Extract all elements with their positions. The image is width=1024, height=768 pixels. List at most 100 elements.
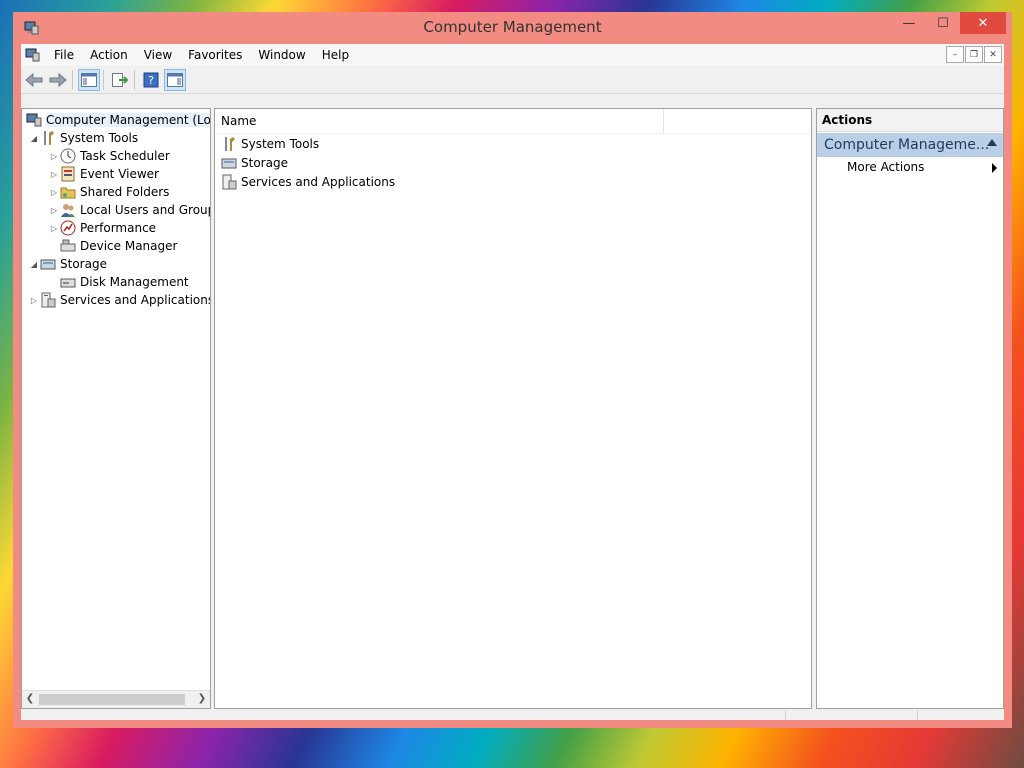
scroll-right-icon[interactable]: ❯ xyxy=(195,692,209,706)
tree-item-disk-management[interactable]: Disk Management xyxy=(48,273,189,291)
mdi-minimize-button[interactable]: – xyxy=(946,46,964,63)
expand-arrow-icon[interactable]: ▷ xyxy=(48,188,60,197)
tree-item-performance[interactable]: ▷ Performance xyxy=(48,219,156,237)
minimize-button[interactable]: — xyxy=(892,12,926,34)
disk-icon xyxy=(60,278,76,288)
list-item-label: Storage xyxy=(241,156,288,170)
mdi-close-button[interactable]: ✕ xyxy=(984,46,1002,63)
tree-item-local-users-and-groups[interactable]: ▷ Local Users and Groups xyxy=(48,201,211,219)
mdi-restore-button[interactable]: ❐ xyxy=(965,46,983,63)
actions-section-title: Computer Manageme... xyxy=(824,137,990,153)
collapse-arrow-icon[interactable]: ◢ xyxy=(28,134,40,143)
client-area: File Action View Favorites Window Help –… xyxy=(21,44,1004,720)
menu-help[interactable]: Help xyxy=(314,48,357,62)
clock-icon xyxy=(60,148,76,164)
menu-file[interactable]: File xyxy=(46,48,82,62)
tree-item-label: Local Users and Groups xyxy=(80,203,211,217)
tree-root[interactable]: Computer Management (Local xyxy=(26,111,210,129)
action-pane-icon xyxy=(167,73,183,87)
computer-management-icon xyxy=(26,113,42,127)
tree-item-event-viewer[interactable]: ▷ Event Viewer xyxy=(48,165,159,183)
maximize-button[interactable]: ☐ xyxy=(926,12,960,34)
status-bar xyxy=(21,710,1004,720)
toolbar-separator xyxy=(72,70,73,90)
menu-action[interactable]: Action xyxy=(82,48,136,62)
tree-item-shared-folders[interactable]: ▷ Shared Folders xyxy=(48,183,169,201)
list-item-services-and-applications[interactable]: Services and Applications xyxy=(221,173,395,191)
toolbar-separator xyxy=(103,70,104,90)
menu-view[interactable]: View xyxy=(136,48,180,62)
expand-arrow-icon[interactable]: ▷ xyxy=(48,152,60,161)
export-list-icon xyxy=(112,73,128,87)
status-divider xyxy=(785,710,786,720)
storage-icon xyxy=(40,259,56,270)
tree-item-services-and-applications[interactable]: ▷ Services and Applications xyxy=(28,291,211,309)
svg-text:?: ? xyxy=(148,74,154,87)
expand-arrow-icon[interactable]: ▷ xyxy=(48,170,60,179)
list-item-storage[interactable]: Storage xyxy=(221,154,288,172)
column-header-name[interactable]: Name xyxy=(221,114,256,128)
expand-arrow-icon[interactable]: ▷ xyxy=(48,206,60,215)
back-button[interactable] xyxy=(23,69,45,91)
tree-item-label: Event Viewer xyxy=(80,167,159,181)
horizontal-scrollbar[interactable]: ❮ ❯ xyxy=(22,690,210,708)
services-icon xyxy=(222,174,237,190)
tree-item-system-tools[interactable]: ◢ System Tools xyxy=(28,129,138,147)
close-button[interactable]: ✕ xyxy=(960,12,1006,34)
users-icon xyxy=(61,204,75,217)
device-manager-icon xyxy=(60,239,76,252)
more-actions-item[interactable]: More Actions xyxy=(847,160,924,174)
expand-arrow-icon[interactable]: ▷ xyxy=(48,224,60,233)
collapse-caret-icon[interactable] xyxy=(987,139,997,146)
forward-button[interactable] xyxy=(47,69,69,91)
menu-favorites[interactable]: Favorites xyxy=(180,48,250,62)
tree-item-label: System Tools xyxy=(60,131,139,145)
services-icon xyxy=(41,292,56,308)
actions-title: Actions xyxy=(822,113,873,127)
toolbar: ? xyxy=(21,67,1004,94)
scrollbar-thumb[interactable] xyxy=(39,694,185,705)
shared-folder-icon xyxy=(60,187,76,199)
help-button[interactable]: ? xyxy=(140,69,162,91)
tree-item-label: Task Scheduler xyxy=(80,149,170,163)
expand-arrow-icon[interactable]: ▷ xyxy=(28,296,40,305)
actions-pane: Actions Computer Manageme... More Action… xyxy=(816,108,1004,709)
tools-icon xyxy=(225,137,235,151)
system-menu-icon[interactable] xyxy=(24,47,40,63)
column-divider[interactable] xyxy=(663,109,664,133)
title-bar[interactable]: Computer Management — ☐ ✕ xyxy=(13,12,1012,44)
event-viewer-icon xyxy=(61,166,75,182)
export-list-button[interactable] xyxy=(109,69,131,91)
menu-bar: File Action View Favorites Window Help –… xyxy=(21,44,1004,66)
list-item-label: System Tools xyxy=(241,137,320,151)
tree-item-device-manager[interactable]: Device Manager xyxy=(48,237,177,255)
console-tree-icon xyxy=(81,73,97,87)
list-item-system-tools[interactable]: System Tools xyxy=(221,135,319,153)
tree-item-label: Services and Applications xyxy=(60,293,211,307)
show-hide-action-pane-button[interactable] xyxy=(164,69,186,91)
show-hide-console-tree-button[interactable] xyxy=(78,69,100,91)
tree-item-label: Performance xyxy=(80,221,157,235)
tree-root-label: Computer Management (Local xyxy=(46,113,210,127)
tree-item-storage[interactable]: ◢ Storage xyxy=(28,255,107,273)
collapse-arrow-icon[interactable]: ◢ xyxy=(28,260,40,269)
console-tree-pane: Computer Management (Local ◢ System Tool… xyxy=(21,108,211,709)
performance-icon xyxy=(60,220,76,236)
menu-window[interactable]: Window xyxy=(250,48,313,62)
actions-header: Actions xyxy=(817,109,1003,132)
tree-item-task-scheduler[interactable]: ▷ Task Scheduler xyxy=(48,147,170,165)
window-title: Computer Management xyxy=(423,18,602,36)
storage-icon xyxy=(221,158,237,169)
actions-section-computer-management[interactable]: Computer Manageme... xyxy=(817,133,1003,157)
submenu-arrow-icon[interactable] xyxy=(992,163,997,173)
list-item-label: Services and Applications xyxy=(241,175,396,189)
list-header: Name xyxy=(215,109,811,134)
forward-arrow-icon xyxy=(49,73,67,87)
help-icon: ? xyxy=(143,72,159,88)
scroll-left-icon[interactable]: ❮ xyxy=(23,692,37,706)
computer-management-window: Computer Management — ☐ ✕ File Action Vi… xyxy=(13,12,1012,728)
toolbar-separator xyxy=(134,70,135,90)
status-divider xyxy=(917,710,918,720)
tools-icon xyxy=(44,131,54,145)
tree-item-label: Disk Management xyxy=(80,275,189,289)
